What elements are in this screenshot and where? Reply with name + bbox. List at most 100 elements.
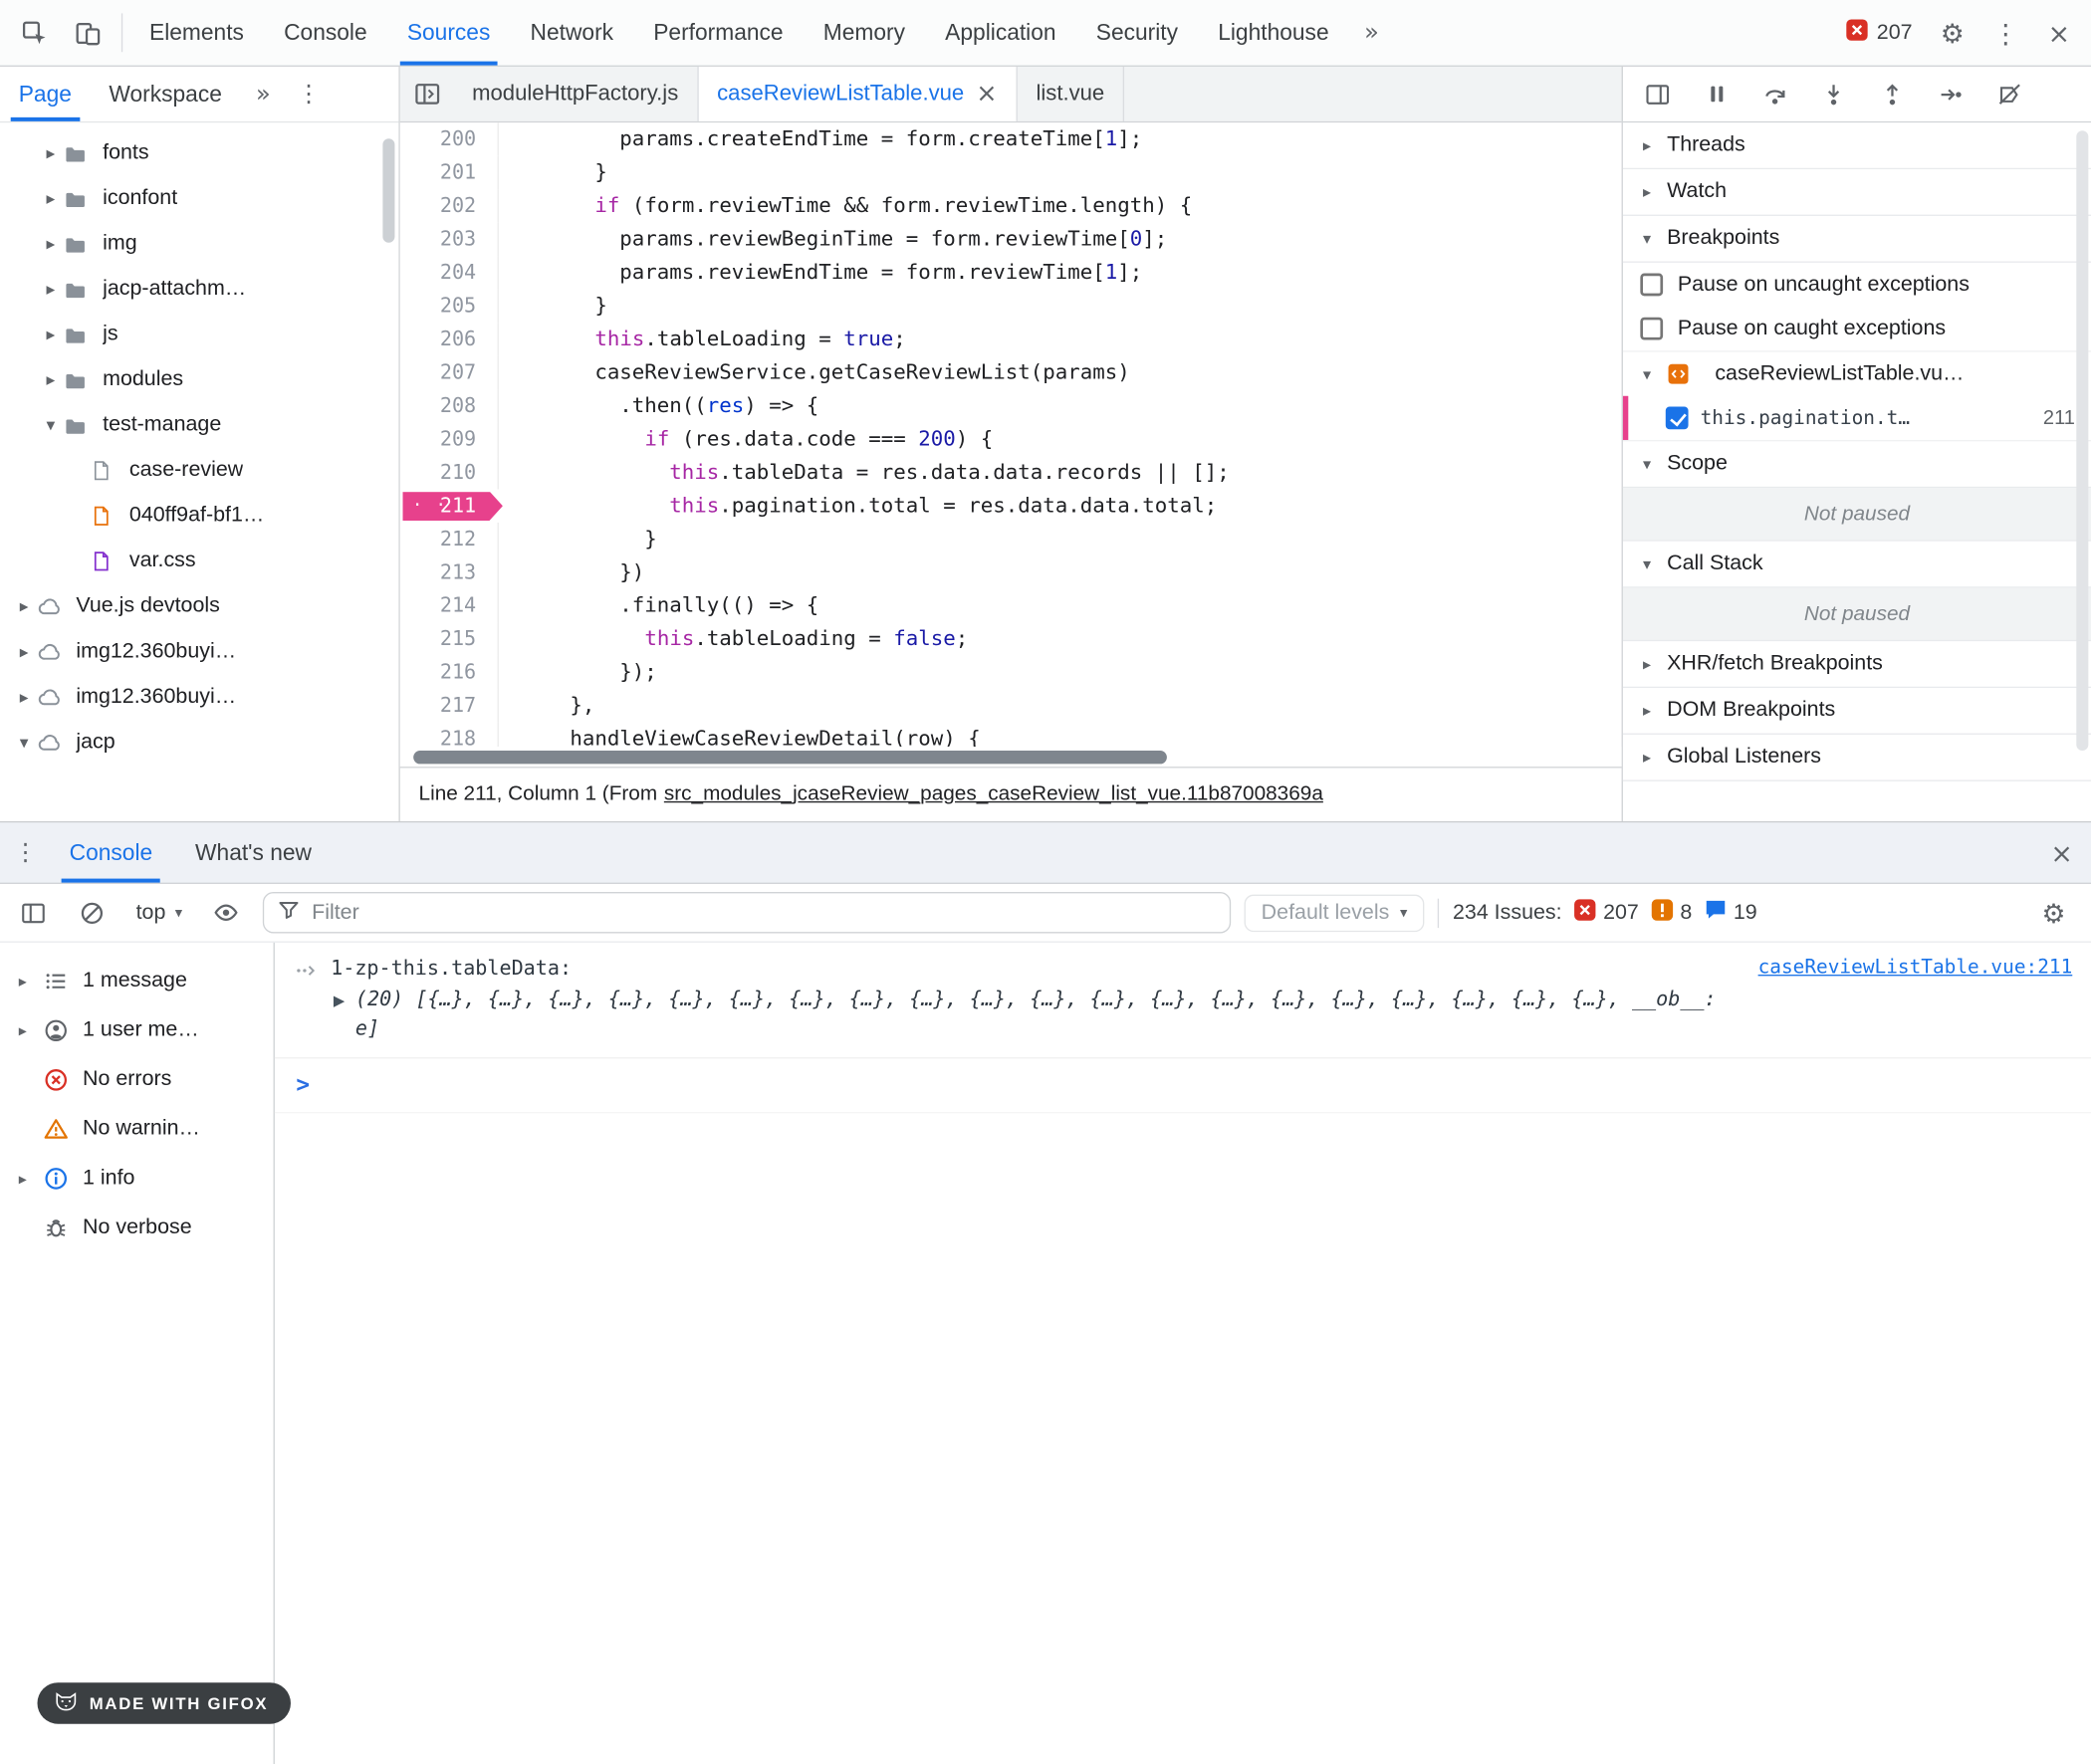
step-over-icon[interactable] <box>1745 67 1804 121</box>
tree-expand-icon[interactable]: ▸ <box>38 234 65 254</box>
drawer-tab-whats-new[interactable]: What's new <box>174 822 334 882</box>
line-number[interactable]: 218 <box>400 723 499 747</box>
device-toolbar-icon[interactable] <box>62 0 116 66</box>
tree-item-js[interactable]: ▸js <box>0 312 398 357</box>
editor-tab-casereviewlisttable-vue[interactable]: caseReviewListTable.vue× <box>698 67 1017 121</box>
line-number[interactable]: 203 <box>400 223 499 256</box>
line-number[interactable]: 216 <box>400 656 499 689</box>
issues-warning-count[interactable]: 8 <box>1651 898 1692 927</box>
pause-option-pause-on-caught-exceptions[interactable]: Pause on caught exceptions <box>1623 307 2091 350</box>
line-number[interactable]: 200 <box>400 122 499 155</box>
tree-expand-icon[interactable]: ▸ <box>38 280 65 300</box>
tree-scrollbar[interactable] <box>382 138 394 242</box>
tree-item-test-manage[interactable]: ▾test-manage <box>0 402 398 448</box>
inspect-element-icon[interactable] <box>8 0 62 66</box>
console-filter-1-info[interactable]: ▸1 info <box>0 1153 274 1203</box>
step-into-icon[interactable] <box>1804 67 1863 121</box>
navigator-menu-icon[interactable]: ⋮ <box>286 67 332 121</box>
settings-gear-icon[interactable]: ⚙ <box>1926 17 1979 49</box>
tree-item-jacp[interactable]: ▾jacp <box>0 720 398 766</box>
live-expression-eye-icon[interactable] <box>204 900 250 925</box>
issues-error-count[interactable]: 207 <box>1574 898 1639 927</box>
line-number[interactable]: 202 <box>400 189 499 222</box>
panel-tab-sources[interactable]: Sources <box>387 0 511 66</box>
line-number[interactable]: 215 <box>400 622 499 655</box>
tree-item-iconfont[interactable]: ▸iconfont <box>0 176 398 222</box>
tree-expand-icon[interactable]: ▸ <box>38 370 65 390</box>
tree-item-modules[interactable]: ▸modules <box>0 357 398 403</box>
panel-tab-network[interactable]: Network <box>510 0 633 66</box>
line-number[interactable]: 205 <box>400 290 499 323</box>
line-number[interactable]: 208 <box>400 389 499 422</box>
console-prompt[interactable]: > <box>275 1058 2091 1113</box>
hide-navigator-icon[interactable] <box>400 67 454 121</box>
tree-expand-icon[interactable]: ▸ <box>38 325 65 344</box>
expand-array-icon[interactable]: ▶ <box>334 990 345 1011</box>
tree-item-040ff9af-bf1[interactable]: 040ff9af-bf1… <box>0 494 398 540</box>
tree-item-var-css[interactable]: var.css <box>0 539 398 584</box>
line-number[interactable]: 209 <box>400 423 499 456</box>
tree-expand-icon[interactable]: ▸ <box>38 143 65 163</box>
hscrollbar-thumb[interactable] <box>413 750 1167 763</box>
console-sidebar-toggle-icon[interactable] <box>11 901 57 925</box>
tree-expand-icon[interactable]: ▸ <box>11 596 38 616</box>
tree-item-vue-js-devtools[interactable]: ▸Vue.js devtools <box>0 584 398 630</box>
breakpoint-marker[interactable]: · ·211 <box>400 490 499 523</box>
line-number[interactable]: 212 <box>400 523 499 555</box>
step-icon[interactable] <box>1922 67 1980 121</box>
panel-tab-console[interactable]: Console <box>264 0 387 66</box>
tree-expand-icon[interactable]: ▸ <box>11 642 38 662</box>
section-header-call-stack[interactable]: ▾Call Stack <box>1623 542 2091 588</box>
section-header-watch[interactable]: ▸Watch <box>1623 169 2091 216</box>
console-settings-gear-icon[interactable]: ⚙ <box>2027 897 2081 929</box>
section-header-breakpoints[interactable]: ▾Breakpoints <box>1623 216 2091 263</box>
pause-script-icon[interactable] <box>1687 67 1745 121</box>
code-editor[interactable]: 200 params.createEndTime = form.createTi… <box>400 122 1622 747</box>
section-header-scope[interactable]: ▾Scope <box>1623 441 2091 488</box>
line-number[interactable]: 213 <box>400 555 499 588</box>
line-number[interactable]: 217 <box>400 689 499 722</box>
breakpoint-checkbox[interactable] <box>1666 406 1689 429</box>
deactivate-breakpoints-icon[interactable] <box>1980 67 2039 121</box>
line-number[interactable]: 207 <box>400 356 499 389</box>
drawer-menu-icon[interactable]: ⋮ <box>3 822 49 882</box>
close-tab-icon[interactable]: × <box>976 82 997 107</box>
pause-option-checkbox[interactable] <box>1640 274 1663 297</box>
filter-input[interactable] <box>312 901 1216 925</box>
console-filter-1-user-me[interactable]: ▸1 user me… <box>0 1005 274 1055</box>
step-out-icon[interactable] <box>1863 67 1922 121</box>
clear-console-icon[interactable] <box>70 901 116 925</box>
console-filter-no-errors[interactable]: No errors <box>0 1054 274 1104</box>
sourcemap-source-link[interactable]: src_modules_jcaseReview_pages_caseReview… <box>664 782 1323 806</box>
kebab-menu-icon[interactable]: ⋮ <box>1979 17 2033 49</box>
more-navigator-tabs-icon[interactable]: » <box>241 67 287 121</box>
tree-collapse-icon[interactable]: ▾ <box>11 733 38 753</box>
section-header-global-listeners[interactable]: ▸Global Listeners <box>1623 735 2091 781</box>
console-filter-no-verbose[interactable]: No verbose <box>0 1203 274 1252</box>
console-filter-no-warnin[interactable]: No warnin… <box>0 1104 274 1154</box>
editor-tab-modulehttpfactory-js[interactable]: moduleHttpFactory.js <box>453 67 698 121</box>
navigator-tab-page[interactable]: Page <box>0 67 91 121</box>
line-number[interactable]: 210 <box>400 456 499 489</box>
tree-item-case-review[interactable]: case-review <box>0 448 398 494</box>
tree-collapse-icon[interactable]: ▾ <box>38 415 65 435</box>
execution-context-selector[interactable]: top ▾ <box>128 901 191 925</box>
issues-message-count[interactable]: 19 <box>1704 898 1756 927</box>
tree-item-img12-360buyi[interactable]: ▸img12.360buyi… <box>0 629 398 675</box>
close-drawer-icon[interactable]: × <box>2035 836 2089 868</box>
close-devtools-icon[interactable]: × <box>2032 17 2086 49</box>
editor-tab-list-vue[interactable]: list.vue <box>1018 67 1125 121</box>
panel-tab-application[interactable]: Application <box>925 0 1076 66</box>
tree-item-fonts[interactable]: ▸fonts <box>0 130 398 176</box>
dock-debugger-icon[interactable] <box>1628 67 1687 121</box>
section-header-dom-breakpoints[interactable]: ▸DOM Breakpoints <box>1623 688 2091 735</box>
panel-tab-memory[interactable]: Memory <box>804 0 925 66</box>
breakpoint-file-group[interactable]: ▾caseReviewListTable.vu… <box>1623 350 2091 396</box>
line-number[interactable]: 201 <box>400 156 499 189</box>
breakpoint-entry[interactable]: this.pagination.t…211 <box>1623 396 2091 442</box>
line-number[interactable]: 206 <box>400 323 499 355</box>
panel-tab-lighthouse[interactable]: Lighthouse <box>1198 0 1349 66</box>
tree-item-img[interactable]: ▸img <box>0 221 398 267</box>
tree-item-img12-360buyi[interactable]: ▸img12.360buyi… <box>0 675 398 721</box>
line-number[interactable]: 214 <box>400 589 499 622</box>
